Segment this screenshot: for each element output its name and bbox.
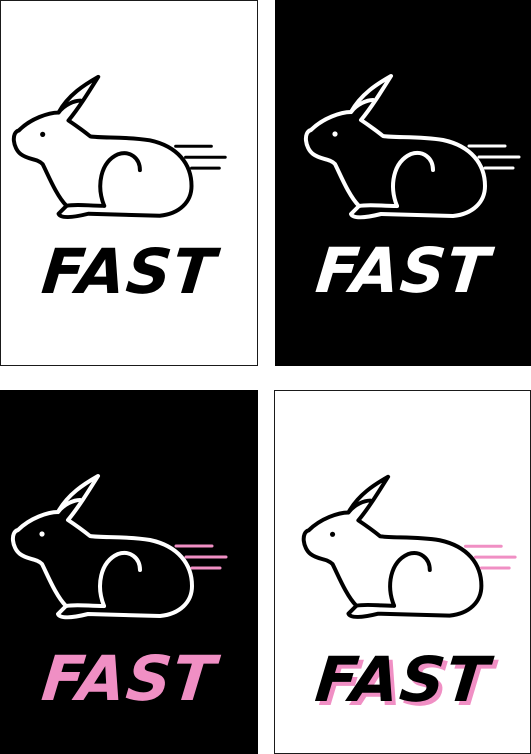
logo-card-white-on-black: FAST [275,0,531,366]
rabbit-icon [303,74,521,220]
logo-wordmark: FAST [38,642,220,715]
logo-card-black-on-white: FAST [0,0,258,366]
logo-card-black-with-pink-shadow: FAST FAST [274,390,531,754]
logo-wordmark: FAST [312,643,494,716]
logo-wordmark: FAST [312,234,494,307]
rabbit-icon [11,74,227,220]
logo-wordmark: FAST [38,235,220,308]
logo-card-pink-on-black: FAST [0,390,258,754]
